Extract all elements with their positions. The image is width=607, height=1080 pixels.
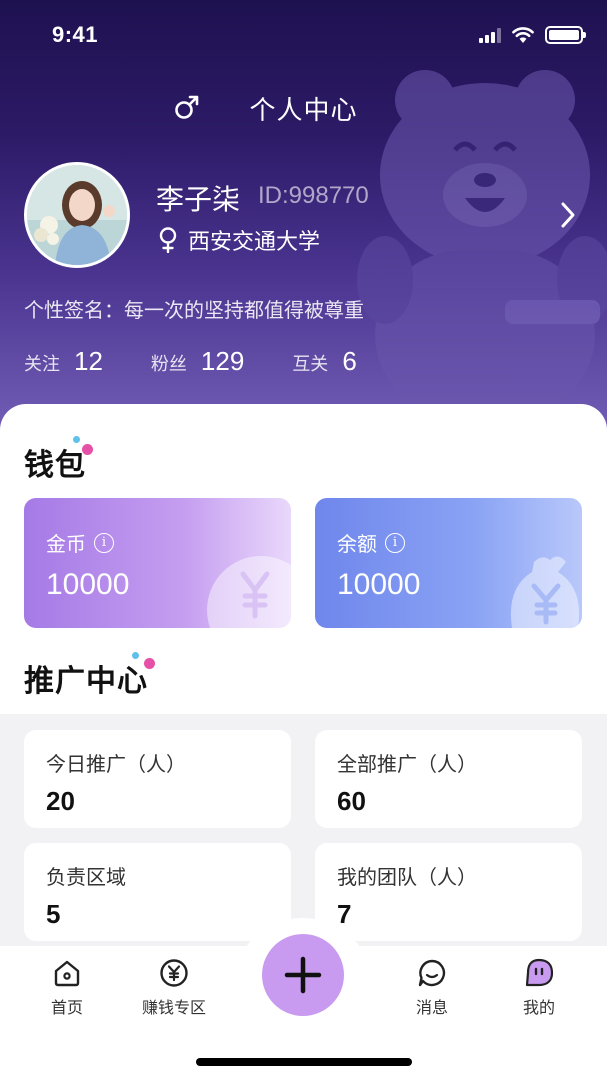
info-icon[interactable]: i xyxy=(94,532,114,553)
promo-value: 5 xyxy=(46,899,61,929)
title-dot-blue xyxy=(132,652,139,659)
signature: 个性签名：每一次的坚持都值得被尊重 xyxy=(24,300,364,322)
promo-value: 20 xyxy=(46,786,75,816)
add-button[interactable] xyxy=(262,934,344,1016)
promotion-title: 推广中心 xyxy=(24,665,148,698)
page-title: 个人中心 xyxy=(249,95,358,125)
school-name: 西安交通大学 xyxy=(188,229,321,254)
home-icon xyxy=(54,960,80,987)
yen-coin-icon xyxy=(160,959,188,987)
tab-home[interactable]: 首页 xyxy=(22,958,112,1018)
stat-value: 6 xyxy=(342,346,357,376)
tab-earn[interactable]: 赚钱专区 xyxy=(129,958,219,1018)
money-bag-icon xyxy=(510,556,580,628)
school-row: 西安交通大学 xyxy=(158,224,320,256)
status-bar: 9:41 xyxy=(0,0,607,70)
stat-label: 关注 xyxy=(24,354,60,374)
stat-value: 129 xyxy=(200,346,245,376)
promo-label: 今日推广（人） xyxy=(46,754,186,776)
tab-label: 赚钱专区 xyxy=(141,1000,206,1017)
home-indicator xyxy=(196,1058,412,1066)
plus-icon xyxy=(284,956,322,994)
tab-mine[interactable]: 我的 xyxy=(494,958,584,1018)
promo-region-card[interactable]: 负责区域 5 xyxy=(24,843,291,941)
wallet-balance-card[interactable]: 余额 i 10000 xyxy=(315,498,582,628)
status-icons xyxy=(479,26,586,44)
message-icon xyxy=(418,959,446,987)
yen-coin-icon xyxy=(207,556,291,628)
wallet-coin-card[interactable]: 金币 i 10000 xyxy=(24,498,291,628)
wallet-coin-label-row: 金币 i xyxy=(46,528,114,557)
tab-messages[interactable]: 消息 xyxy=(387,958,477,1018)
battery-icon xyxy=(545,26,586,44)
profile-face-icon xyxy=(525,958,554,987)
promo-value: 7 xyxy=(337,899,352,929)
tab-label: 消息 xyxy=(415,1000,448,1017)
wallet-balance-label-row: 余额 i xyxy=(337,528,405,557)
stat-label: 粉丝 xyxy=(150,354,187,374)
user-name: 李子柒 xyxy=(156,184,241,215)
tab-label: 首页 xyxy=(50,1000,83,1017)
title-dot-blue xyxy=(73,436,80,443)
stat-following[interactable]: 关注 12 xyxy=(24,346,103,377)
stat-followers[interactable]: 粉丝 129 xyxy=(151,346,244,377)
wallet-coin-label: 金币 xyxy=(46,534,86,556)
wallet-balance-value: 10000 xyxy=(337,568,421,601)
wallet-balance-label: 余额 xyxy=(337,534,377,556)
wifi-icon xyxy=(512,27,534,43)
title-dot-pink xyxy=(82,444,93,455)
wallet-coin-value: 10000 xyxy=(46,568,130,601)
chevron-right-icon[interactable] xyxy=(556,200,580,230)
promo-total-card[interactable]: 全部推广（人） 60 xyxy=(315,730,582,828)
title-dot-pink xyxy=(144,658,155,669)
promo-today-card[interactable]: 今日推广（人） 20 xyxy=(24,730,291,828)
stat-mutual[interactable]: 互关 6 xyxy=(292,346,356,377)
promo-value: 60 xyxy=(337,786,366,816)
nav-bar: 个人中心 xyxy=(0,80,607,132)
profile-stats: 关注 12 粉丝 129 互关 6 xyxy=(24,346,405,377)
info-icon[interactable]: i xyxy=(385,532,405,553)
cellular-signal-icon xyxy=(479,27,501,43)
promo-label: 我的团队（人） xyxy=(337,867,477,889)
avatar[interactable] xyxy=(24,162,130,268)
female-symbol-icon xyxy=(159,227,177,253)
wallet-title: 钱包 xyxy=(24,449,86,482)
user-id: ID:998770 xyxy=(258,182,369,209)
status-time: 9:41 xyxy=(52,22,99,47)
tab-label: 我的 xyxy=(522,1000,555,1017)
stat-label: 互关 xyxy=(292,354,329,374)
promo-team-card[interactable]: 我的团队（人） 7 xyxy=(315,843,582,941)
avatar-image xyxy=(27,165,127,265)
stat-value: 12 xyxy=(74,346,103,376)
promo-label: 负责区域 xyxy=(46,867,126,889)
promo-label: 全部推广（人） xyxy=(337,754,477,776)
